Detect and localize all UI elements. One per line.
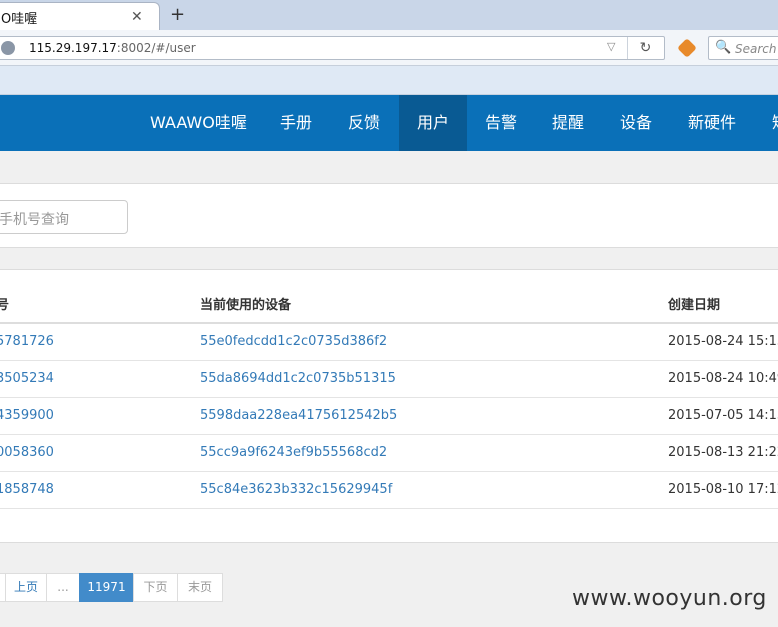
extension-icon[interactable] [677,38,697,58]
page-prev-button[interactable]: 上页 [5,573,47,602]
url-text: 115.29.197.17:8002/#/user [29,41,196,55]
nav-item-users[interactable]: 用户 [399,95,467,151]
table-row: 1858748 55c84e3623b332c15629945f 2015-08… [0,472,778,509]
phone-link[interactable]: 5781726 [0,334,54,349]
created-date: 2015-08-10 17:12 [668,482,778,497]
device-link[interactable]: 55c84e3623b332c15629945f [200,482,392,497]
column-header-device: 当前使用的设备 [200,298,292,313]
new-tab-button[interactable]: + [170,4,185,25]
globe-icon [1,41,15,55]
brand-link[interactable]: WAAWO哇喔 [150,95,247,151]
browser-nav-bar: 115.29.197.17:8002/#/user ▽ ↻ 🔍 Search [0,30,778,66]
tab-title: O哇喔 [1,12,38,27]
search-icon: 🔍 [715,40,732,55]
created-date: 2015-07-05 14:13 [668,408,778,423]
browser-tab[interactable]: O哇喔 ✕ [0,2,160,30]
browser-search-box[interactable]: 🔍 Search [708,36,778,60]
bookmark-bar [0,66,778,95]
table-row: 4359900 5598daa228ea4175612542b5 2015-07… [0,398,778,435]
page-ellipsis: ... [46,573,80,602]
table-row: 3505234 55da8694dd1c2c0735b51315 2015-08… [0,361,778,398]
table-row: 0058360 55cc9a9f6243ef9b55568cd2 2015-08… [0,435,778,472]
nav-item-manual[interactable]: 手册 [280,95,312,151]
phone-search-input[interactable]: 手机号查询 [0,200,128,234]
column-header-phone: 号 [0,298,10,313]
watermark-text: www.wooyun.org [572,586,767,611]
column-header-created: 创建日期 [668,298,721,313]
created-date: 2015-08-24 10:49 [668,371,778,386]
nav-item-devices[interactable]: 设备 [620,95,652,151]
close-icon[interactable]: ✕ [131,9,143,25]
nav-item-reminders[interactable]: 提醒 [552,95,584,151]
phone-link[interactable]: 1858748 [0,482,54,497]
chevron-down-icon[interactable]: ▽ [607,40,615,53]
table-row: 5781726 55e0fedcdd1c2c0735d386f2 2015-08… [0,324,778,361]
device-link[interactable]: 55da8694dd1c2c0735b51315 [200,371,396,386]
nav-item-sms[interactable]: 短 [772,95,778,151]
nav-item-new-hardware[interactable]: 新硬件 [688,95,736,151]
url-host: 115.29.197.17 [29,41,117,55]
phone-link[interactable]: 3505234 [0,371,54,386]
nav-item-feedback[interactable]: 反馈 [348,95,380,151]
page-next-button[interactable]: 下页 [133,573,178,602]
created-date: 2015-08-24 15:15 [668,334,778,349]
app-navbar: WAAWO哇喔 手册 反馈 用户 告警 提醒 设备 新硬件 短 [0,95,778,151]
phone-link[interactable]: 0058360 [0,445,54,460]
created-date: 2015-08-13 21:22 [668,445,778,460]
search-placeholder: Search [735,42,777,56]
page-current-button[interactable]: 11971 [79,573,134,602]
search-panel: 手机号查询 [0,183,778,248]
url-path: :8002/#/user [116,41,196,55]
address-bar[interactable]: 115.29.197.17:8002/#/user ▽ ↻ [0,36,665,60]
device-link[interactable]: 55e0fedcdd1c2c0735d386f2 [200,334,387,349]
device-link[interactable]: 5598daa228ea4175612542b5 [200,408,397,423]
user-table: 号 当前使用的设备 创建日期 5781726 55e0fedcdd1c2c073… [0,269,778,543]
phone-link[interactable]: 4359900 [0,408,54,423]
reload-icon[interactable]: ↻ [627,37,663,59]
page-last-button[interactable]: 末页 [177,573,223,602]
browser-tab-bar: O哇喔 ✕ + [0,0,778,30]
nav-item-alerts[interactable]: 告警 [485,95,517,151]
device-link[interactable]: 55cc9a9f6243ef9b55568cd2 [200,445,387,460]
